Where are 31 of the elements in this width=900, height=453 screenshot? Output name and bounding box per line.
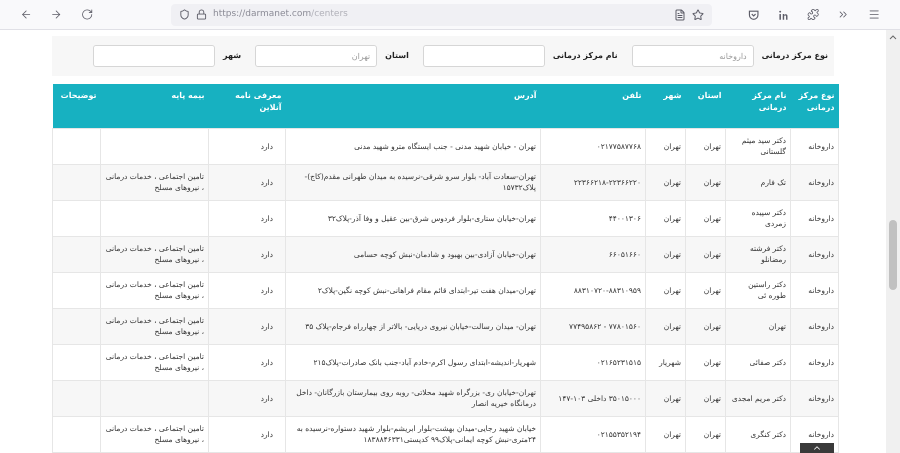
filter-label: شهر [223,50,242,62]
filter-field[interactable] [93,45,215,67]
reload-icon[interactable] [80,8,93,21]
column-header: بیمه پایه [100,84,208,128]
filter-field[interactable]: داروخانه [632,45,754,67]
forward-icon[interactable] [50,8,63,21]
filter-label: استان [385,50,409,62]
scrollbar-drawing[interactable] [886,30,900,453]
filter-field[interactable]: تهران [255,45,378,67]
filter-field[interactable] [422,45,545,67]
column-header: نام مرکز درمانی [726,84,790,128]
column-header: شهر [646,84,686,128]
url-text: https://darmanet.com/centers [212,8,348,21]
reader-view-icon[interactable] [674,8,686,20]
filter-label: نوع مرکز درمانی [762,50,828,62]
menu-icon[interactable] [868,8,880,21]
column-header: معرفی نامه آنلاین [208,84,286,128]
column-header: استان [686,84,726,128]
back-icon[interactable] [20,8,32,21]
address-bar[interactable]: https://darmanet.com/centers [170,4,712,26]
extensions-icon[interactable] [807,8,820,21]
column-header: توضیحات [52,84,100,128]
bookmark-star-icon[interactable] [692,8,704,20]
column-header: آدرس [286,84,540,128]
column-header: نوع مرکز درمانی [790,84,838,128]
pocket-icon[interactable] [748,8,760,20]
linkedin-icon[interactable] [778,8,790,20]
filter-label: نام مرکز درمانی [552,50,618,62]
column-header: تلفن [540,84,646,128]
shield-icon[interactable] [178,9,190,20]
lock-icon[interactable] [196,9,207,20]
